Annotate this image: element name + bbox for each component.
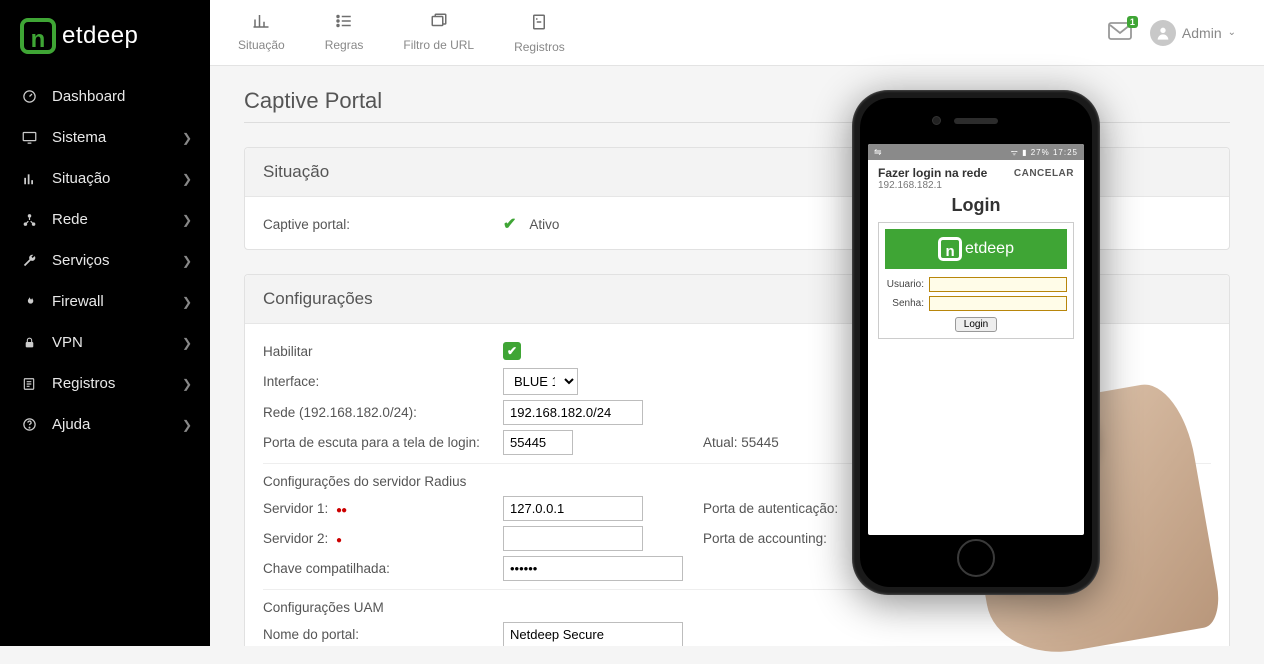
enable-label: Habilitar [263,344,503,359]
mail-badge: 1 [1127,16,1138,28]
sidebar-item-label: Rede [52,211,88,228]
chevron-right-icon: ❯ [182,377,192,391]
phone-user-label: Usuario: [885,279,924,290]
barchart-icon [20,172,38,186]
portal-name-label: Nome do portal: [263,627,503,642]
help-icon [20,417,38,432]
sidebar-item-rede[interactable]: Rede ❯ [0,199,210,240]
chevron-right-icon: ❯ [182,254,192,268]
sidebar-item-label: Firewall [52,293,104,310]
sidebar-item-label: Situação [52,170,110,187]
phone-login-button[interactable]: Login [955,317,997,332]
wrench-icon [20,253,38,268]
check-icon: ✔ [503,216,516,233]
interface-label: Interface: [263,374,503,389]
chevron-right-icon: ❯ [182,172,192,186]
srv2-label: Servidor 2: [263,531,328,546]
topnav-registros[interactable]: Registros [514,12,565,54]
chevron-right-icon: ❯ [182,295,192,309]
key-label: Chave compatilhada: [263,561,503,576]
chevron-right-icon: ❯ [182,336,192,350]
interface-select[interactable]: BLUE 1 [503,368,578,395]
windows-icon [429,12,449,36]
logo[interactable]: n etdeep [0,0,210,76]
barchart-icon [251,12,271,36]
main: Captive Portal Situação Captive portal: … [210,66,1264,646]
phone-pass-label: Senha: [885,298,924,309]
sidebar-item-label: Sistema [52,129,106,146]
sidebar-item-label: Ajuda [52,416,90,433]
port-input[interactable] [503,430,573,455]
topnav-label: Situação [238,38,285,52]
chevron-right-icon: ❯ [182,131,192,145]
srv1-input[interactable] [503,496,643,521]
required-icon: ● [336,535,341,546]
chevron-right-icon: ❯ [182,213,192,227]
gauge-icon [20,89,38,104]
network-icon [20,213,38,227]
sidebar-item-label: VPN [52,334,83,351]
sidebar: n etdeep Dashboard Sistema ❯ Situação ❯ … [0,0,210,646]
lock-icon [20,335,38,350]
monitor-icon [20,131,38,144]
phone-login-title: Fazer login na rede [878,166,987,180]
sidebar-item-dashboard[interactable]: Dashboard [0,76,210,117]
sidebar-item-vpn[interactable]: VPN ❯ [0,322,210,363]
phone-brand-banner: n etdeep [885,229,1067,269]
sidebar-item-label: Registros [52,375,115,392]
net-label: Rede (192.168.182.0/24): [263,405,503,420]
srv1-label: Servidor 1: [263,501,328,516]
sidebar-item-label: Serviços [52,252,110,269]
topnav-label: Registros [514,40,565,54]
log-icon [20,377,38,391]
list-icon [334,12,354,36]
sidebar-item-ajuda[interactable]: Ajuda ❯ [0,404,210,445]
topnav-filtro-url[interactable]: Filtro de URL [403,12,474,54]
srv2-input[interactable] [503,526,643,551]
mail-button[interactable]: 1 [1108,20,1132,46]
topbar: Situação Regras Filtro de URL Registros … [210,0,1264,66]
sidebar-item-servicos[interactable]: Serviços ❯ [0,240,210,281]
uam-section-label: Configurações UAM [263,600,384,615]
phone-login-ip: 192.168.182.1 [878,180,987,191]
phone-pass-input[interactable] [929,296,1067,311]
sidebar-item-registros[interactable]: Registros ❯ [0,363,210,404]
sidebar-item-sistema[interactable]: Sistema ❯ [0,117,210,158]
sidebar-item-firewall[interactable]: Firewall ❯ [0,281,210,322]
chevron-right-icon: ❯ [182,418,192,432]
logo-text: etdeep [62,22,138,50]
phone-login-heading: Login [868,195,1084,216]
radius-section-label: Configurações do servidor Radius [263,474,466,489]
port-label: Porta de escuta para a tela de login: [263,435,503,450]
status-label: Captive portal: [263,217,503,232]
topnav-label: Regras [325,38,364,52]
chevron-down-icon: ⌄ [1228,27,1236,38]
topnav-situacao[interactable]: Situação [238,12,285,54]
sidebar-item-label: Dashboard [52,88,125,105]
phone-statusbar: ⇋ ᯤ ▮ 27% 17:25 [868,144,1084,160]
phone-frame: ⇋ ᯤ ▮ 27% 17:25 Fazer login na rede 192.… [852,90,1100,595]
flame-icon [20,294,38,309]
logo-icon: n [20,18,56,54]
sidebar-item-situacao[interactable]: Situação ❯ [0,158,210,199]
key-input[interactable] [503,556,683,581]
topnav-label: Filtro de URL [403,38,474,52]
phone-screen: ⇋ ᯤ ▮ 27% 17:25 Fazer login na rede 192.… [868,144,1084,535]
enable-checkbox[interactable]: ✔ [503,342,521,360]
net-input[interactable] [503,400,643,425]
topnav-regras[interactable]: Regras [325,12,364,54]
status-value: Ativo [529,217,559,232]
user-menu[interactable]: Admin ⌄ [1150,20,1236,46]
avatar-icon [1150,20,1176,46]
portal-name-input[interactable] [503,622,683,647]
phone-cancel-button[interactable]: CANCELAR [1014,166,1074,179]
user-name: Admin [1182,25,1222,41]
doc-icon [530,12,548,38]
required-icon: ●● [336,505,346,516]
phone-user-input[interactable] [929,277,1067,292]
